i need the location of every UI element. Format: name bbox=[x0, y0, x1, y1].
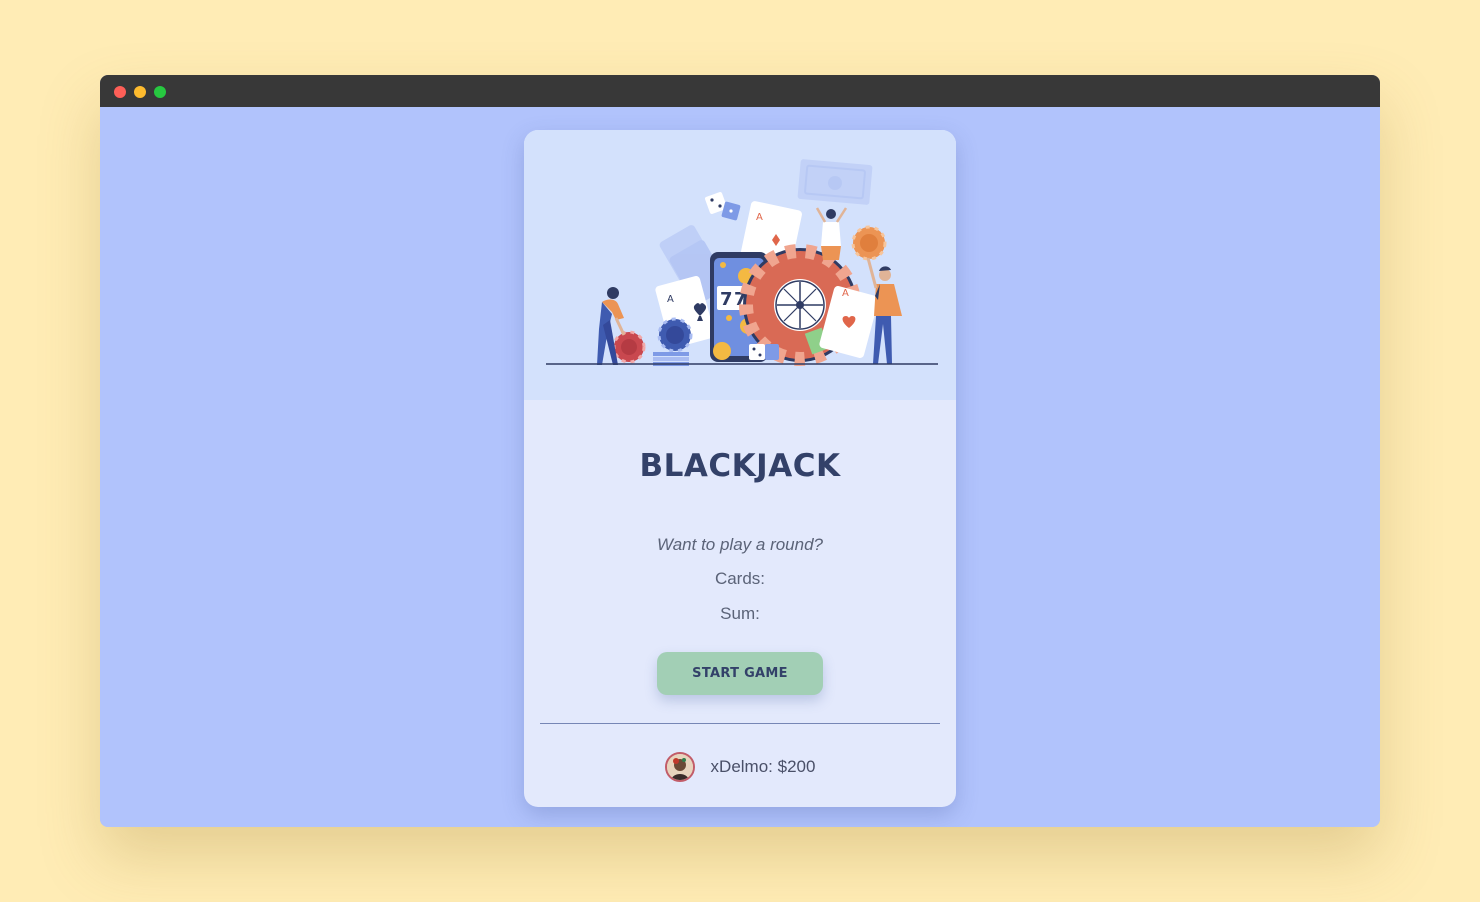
slot-digit-1: 7 bbox=[720, 289, 733, 310]
svg-text:A: A bbox=[756, 212, 763, 223]
dice-icon bbox=[705, 192, 741, 221]
dice-icon-bottom bbox=[749, 344, 779, 360]
avatar bbox=[664, 752, 695, 782]
svg-text:A: A bbox=[667, 294, 674, 305]
orange-chip-icon bbox=[851, 225, 887, 261]
cards-label: Cards: bbox=[714, 569, 766, 588]
minimize-window-button[interactable] bbox=[134, 86, 146, 98]
casino-illustration: A A 7 7 A bbox=[524, 130, 956, 400]
red-chip-icon bbox=[612, 330, 646, 364]
section-divider bbox=[540, 723, 940, 724]
maximize-window-button[interactable] bbox=[154, 86, 166, 98]
svg-text:A: A bbox=[842, 288, 849, 299]
game-title: BLACKJACK bbox=[639, 448, 841, 484]
banknote-icon bbox=[797, 159, 873, 205]
game-message: Want to play a round? bbox=[656, 535, 823, 554]
player-balance: xDelmo: $200 bbox=[710, 757, 816, 776]
player-info: xDelmo: $200 bbox=[524, 750, 956, 784]
app-background: A A 7 7 A BLACKJACK Want to play a round… bbox=[100, 107, 1380, 827]
sum-label: Sum: bbox=[720, 604, 760, 623]
game-card: A A 7 7 A BLACKJACK Want to play a round… bbox=[524, 130, 956, 807]
start-game-button[interactable]: START GAME bbox=[657, 652, 823, 695]
window-titlebar bbox=[100, 75, 1380, 107]
blue-chip-icon bbox=[653, 317, 693, 366]
close-window-button[interactable] bbox=[114, 86, 126, 98]
browser-window: A A 7 7 A BLACKJACK Want to play a round… bbox=[100, 75, 1380, 827]
